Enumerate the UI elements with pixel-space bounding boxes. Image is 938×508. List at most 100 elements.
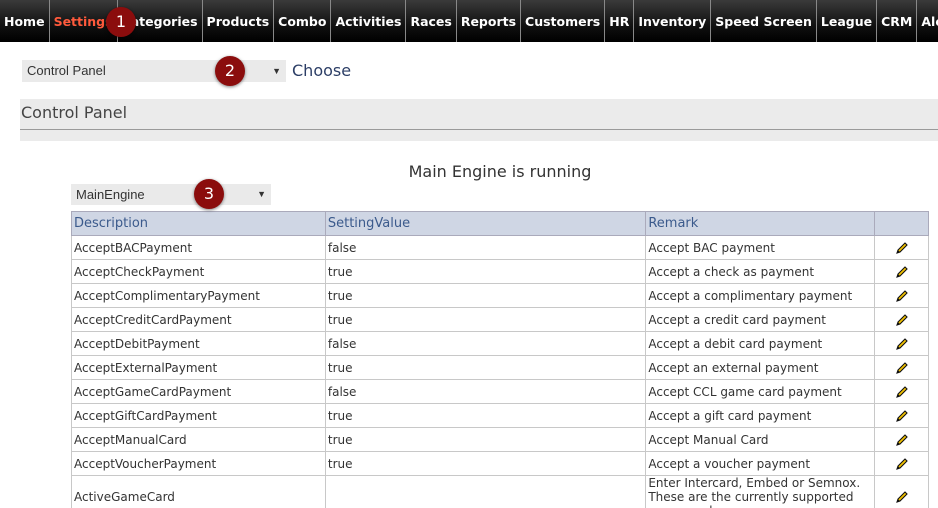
table-row: AcceptGameCardPayment false Accept CCL gam…	[71, 379, 929, 404]
divider	[20, 129, 938, 130]
cell-setting-value: true	[324, 259, 647, 284]
cell-remark: Accept a gift card payment	[645, 403, 876, 428]
section-header: Control Panel	[20, 99, 938, 141]
cell-description: AcceptDebitPayment	[71, 331, 326, 356]
cell-remark: Accept BAC payment	[645, 235, 876, 260]
table-row: AcceptCheckPayment true Accept a check as …	[71, 259, 929, 284]
cell-edit	[874, 235, 929, 260]
pencil-icon[interactable]	[895, 241, 909, 255]
cell-edit	[874, 403, 929, 428]
table-row: AcceptBACPayment false Accept BAC payment	[71, 235, 929, 260]
table-row: AcceptGiftCardPayment true Accept a gift c…	[71, 403, 929, 428]
cell-description: AcceptBACPayment	[71, 235, 326, 260]
pencil-icon[interactable]	[895, 490, 909, 504]
cell-edit	[874, 379, 929, 404]
nav-item-inventory[interactable]: Inventory	[634, 0, 712, 42]
pencil-icon[interactable]	[895, 265, 909, 279]
control-panel-select-value: Control Panel	[27, 63, 106, 78]
cell-description: ActiveGameCard	[71, 475, 326, 508]
nav-item-races[interactable]: Races	[406, 0, 457, 42]
cell-setting-value: true	[324, 451, 647, 476]
cell-remark: Accept a credit card payment	[645, 307, 876, 332]
table-row: AcceptManualCard true Accept Manual Card	[71, 427, 929, 452]
table-row: AcceptCreditCardPayment true Accept a cred…	[71, 307, 929, 332]
cell-edit	[874, 355, 929, 380]
nav-item-activities[interactable]: Activities	[331, 0, 407, 42]
cell-edit	[874, 259, 929, 284]
page-title: Control Panel	[21, 103, 128, 122]
cell-setting-value: false	[324, 235, 647, 260]
nav-item-speed-screen[interactable]: Speed Screen	[711, 0, 817, 42]
control-panel-select[interactable]: Control Panel ▼	[22, 60, 286, 82]
cell-remark: Accept Manual Card	[645, 427, 876, 452]
engine-select[interactable]: MainEngine ▼	[71, 184, 271, 205]
cell-edit	[874, 283, 929, 308]
pencil-icon[interactable]	[895, 457, 909, 471]
cell-edit	[874, 451, 929, 476]
cell-setting-value: false	[324, 379, 647, 404]
top-nav: Home Settings Categories Products Combo Activ…	[0, 0, 938, 42]
nav-item-league[interactable]: League	[817, 0, 878, 42]
cell-description: AcceptCheckPayment	[71, 259, 326, 284]
cell-remark: Accept CCL game card payment	[645, 379, 876, 404]
chevron-down-icon: ▼	[257, 189, 266, 199]
pencil-icon[interactable]	[895, 289, 909, 303]
cell-setting-value: true	[324, 403, 647, 428]
cell-description: AcceptCreditCardPayment	[71, 307, 326, 332]
engine-status-text: Main Engine is running	[408, 162, 592, 181]
nav-item-reports[interactable]: Reports	[457, 0, 522, 42]
callout-3: 3	[194, 179, 224, 209]
cell-description: AcceptGiftCardPayment	[71, 403, 326, 428]
pencil-icon[interactable]	[895, 337, 909, 351]
table-header-row: Description SettingValue Remark	[71, 211, 929, 236]
callout-1: 1	[106, 7, 136, 37]
nav-item-hr[interactable]: HR	[605, 0, 635, 42]
column-header-remark[interactable]: Remark	[645, 211, 876, 236]
cell-setting-value: true	[324, 307, 647, 332]
column-header-edit	[874, 211, 929, 236]
cell-setting-value: false	[324, 331, 647, 356]
cell-remark: Accept a voucher payment	[645, 451, 876, 476]
cell-remark: Accept a complimentary payment	[645, 283, 876, 308]
cell-remark: Accept a debit card payment	[645, 331, 876, 356]
pencil-icon[interactable]	[895, 361, 909, 375]
pencil-icon[interactable]	[895, 433, 909, 447]
cell-remark: Accept a check as payment	[645, 259, 876, 284]
cell-description: AcceptExternalPayment	[71, 355, 326, 380]
engine-select-value: MainEngine	[76, 187, 145, 202]
cell-remark: Accept an external payment	[645, 355, 876, 380]
nav-item-home[interactable]: Home	[0, 0, 50, 42]
cell-setting-value: true	[324, 427, 647, 452]
settings-table: Description SettingValue Remark AcceptBA…	[71, 211, 929, 508]
nav-item-crm[interactable]: CRM	[877, 0, 918, 42]
cell-remark: Enter Intercard, Embed or Semnox. These …	[645, 475, 876, 508]
pencil-icon[interactable]	[895, 385, 909, 399]
pencil-icon[interactable]	[895, 313, 909, 327]
cell-description: AcceptGameCardPayment	[71, 379, 326, 404]
nav-item-alerts[interactable]: Alerts	[917, 0, 938, 42]
cell-description: AcceptComplimentaryPayment	[71, 283, 326, 308]
cell-edit	[874, 427, 929, 452]
table-row: ActiveGameCard Enter Intercard, Embed or …	[71, 475, 929, 508]
nav-item-products[interactable]: Products	[203, 0, 275, 42]
nav-item-customers[interactable]: Customers	[521, 0, 606, 42]
cell-setting-value	[324, 475, 647, 508]
cell-description: AcceptManualCard	[71, 427, 326, 452]
cell-edit	[874, 475, 929, 508]
table-row: AcceptExternalPayment true Accept an exter…	[71, 355, 929, 380]
table-row: AcceptDebitPayment false Accept a debit ca…	[71, 331, 929, 356]
column-header-description[interactable]: Description	[71, 211, 326, 236]
cell-edit	[874, 307, 929, 332]
table-row: AcceptComplimentaryPayment true Accept a c…	[71, 283, 929, 308]
callout-2: 2	[215, 56, 245, 86]
cell-edit	[874, 331, 929, 356]
nav-item-combo[interactable]: Combo	[274, 0, 332, 42]
table-row: AcceptVoucherPayment true Accept a voucher…	[71, 451, 929, 476]
cell-setting-value: true	[324, 283, 647, 308]
cell-description: AcceptVoucherPayment	[71, 451, 326, 476]
cell-setting-value: true	[324, 355, 647, 380]
column-header-setting-value[interactable]: SettingValue	[324, 211, 647, 236]
chevron-down-icon: ▼	[272, 66, 281, 76]
pencil-icon[interactable]	[895, 409, 909, 423]
choose-button[interactable]: Choose	[292, 61, 351, 80]
